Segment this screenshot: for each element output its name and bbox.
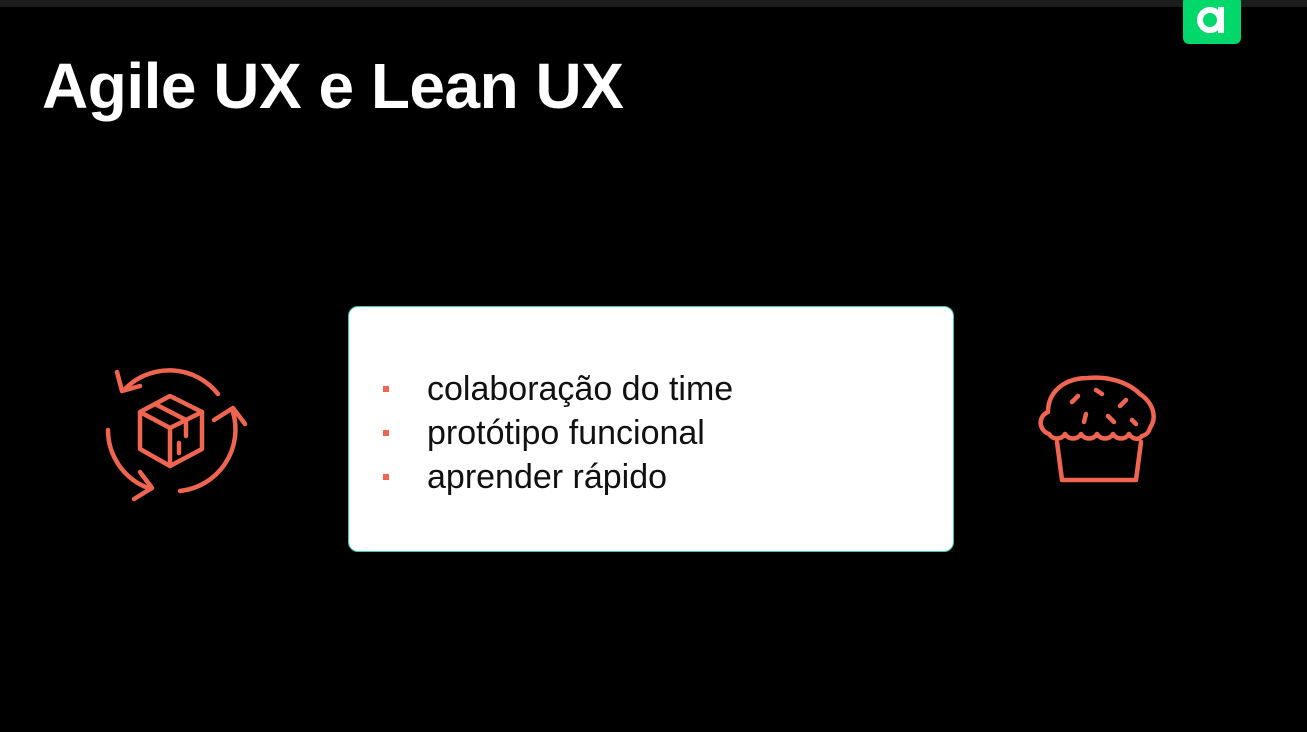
list-item: aprender rápido: [383, 455, 733, 499]
bullet-marker: [383, 386, 389, 392]
bullet-text: aprender rápido: [427, 457, 668, 496]
bullet-marker: [383, 474, 389, 480]
slide-title: Agile UX e Lean UX: [42, 50, 624, 122]
top-strip: [0, 0, 1307, 7]
bullet-text: protótipo funcional: [427, 413, 705, 452]
box-cycle-icon: [100, 360, 248, 505]
cupcake-icon: [1036, 372, 1162, 486]
slide: Agile UX e Lean UX colaboração do time p…: [0, 0, 1307, 732]
bullet-text: colaboração do time: [427, 369, 734, 408]
list-item: protótipo funcional: [383, 411, 733, 455]
list-item: colaboração do time: [383, 367, 733, 411]
bullet-marker: [383, 430, 389, 436]
bullet-list: colaboração do time protótipo funcional …: [383, 367, 733, 499]
bullet-card: colaboração do time protótipo funcional …: [348, 306, 954, 552]
brand-logo-icon: [1183, 0, 1241, 44]
